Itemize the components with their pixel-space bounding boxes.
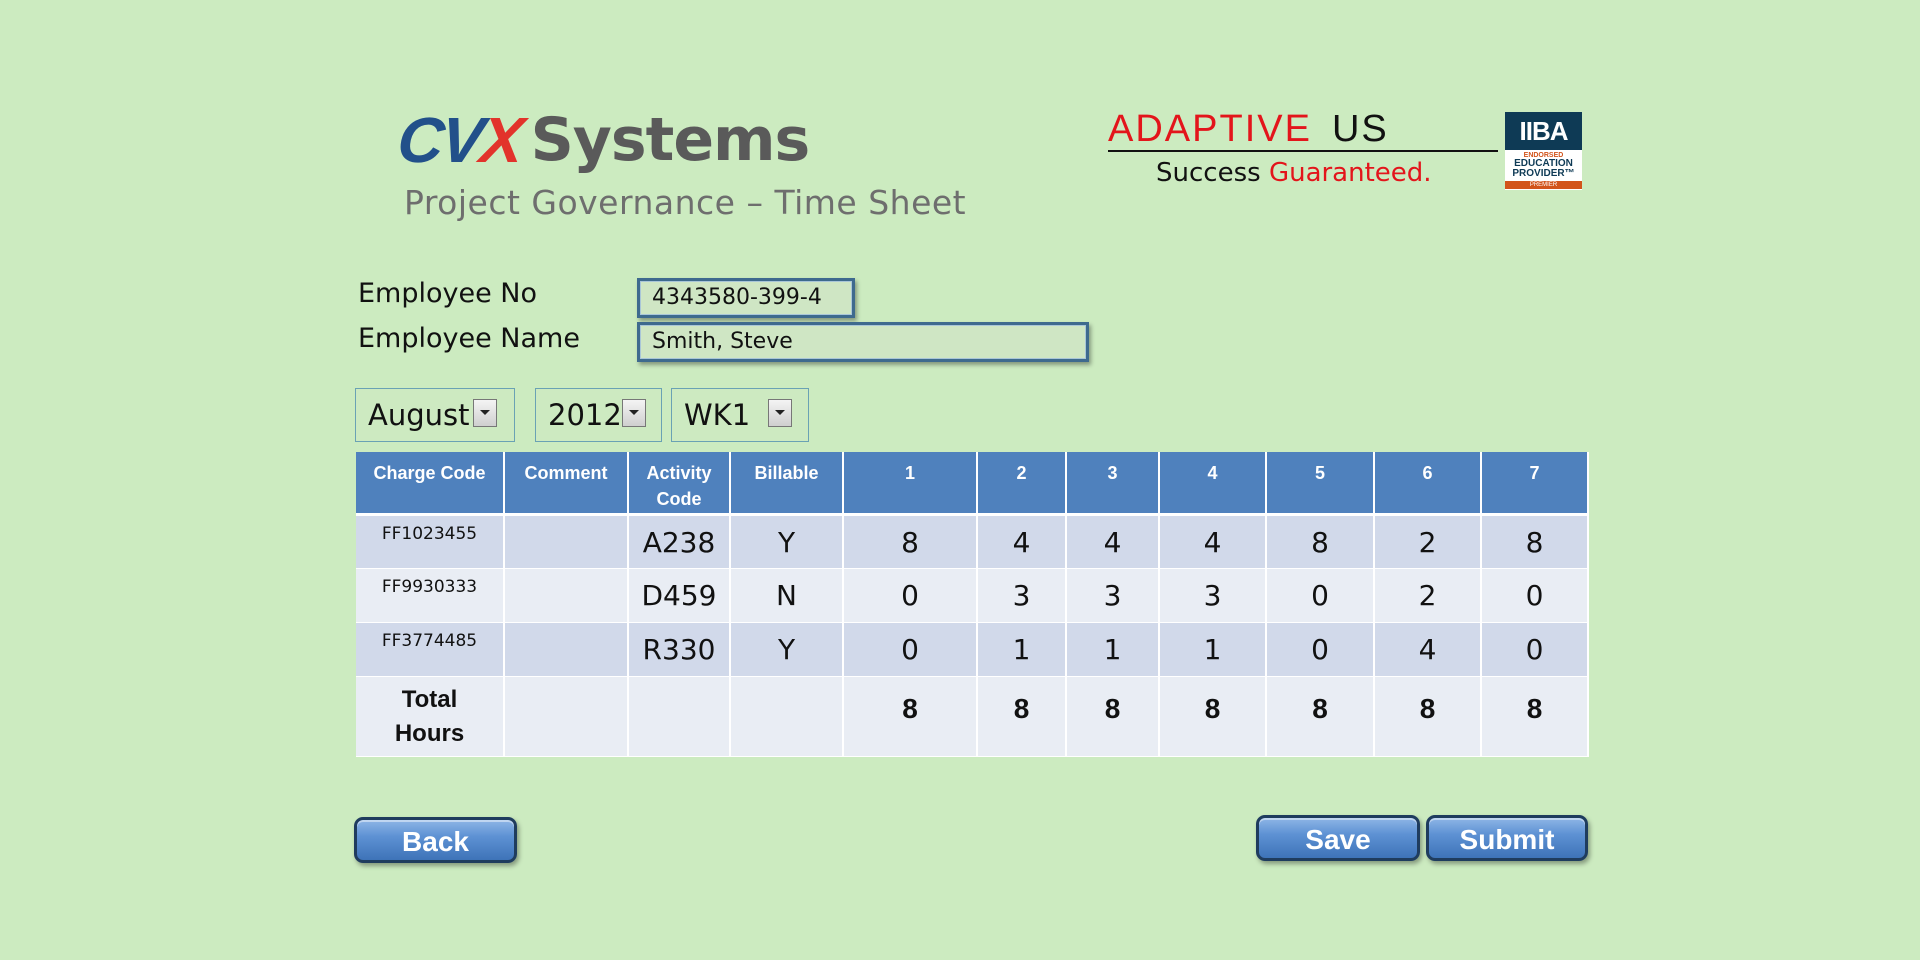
hours-cell[interactable]: 8	[843, 514, 978, 569]
employee-no-label: Employee No	[358, 278, 538, 309]
hours-cell[interactable]: 2	[1374, 514, 1482, 569]
hours-cell[interactable]: 2	[1374, 568, 1482, 623]
total-cell: 8	[1374, 676, 1482, 757]
employee-name-label: Employee Name	[358, 323, 580, 354]
employee-name-field[interactable]: Smith, Steve	[637, 322, 1089, 362]
comment-cell[interactable]	[504, 622, 629, 677]
adaptive-us-tagline: Success Guaranteed.	[1156, 158, 1432, 188]
adaptive-us-rule	[1108, 150, 1498, 152]
hours-cell[interactable]: 0	[1481, 622, 1589, 677]
page-title: Project Governance – Time Sheet	[404, 183, 967, 222]
hours-cell[interactable]: 4	[1159, 514, 1267, 569]
hours-cell[interactable]: 1	[1066, 622, 1160, 677]
col-header-day-4: 4	[1159, 452, 1267, 516]
year-select[interactable]: 2012	[535, 388, 662, 442]
hours-cell[interactable]: 4	[977, 514, 1067, 569]
week-select-value: WK1	[684, 398, 751, 432]
table-row: FF9930333 D459 N 0 3 3 3 0 2 0	[356, 568, 1589, 623]
adaptive-us-wordmark: ADAPTIVE US	[1108, 108, 1389, 150]
month-select-value: August	[368, 398, 470, 432]
cvx-logo-systems: Systems	[530, 105, 811, 175]
hours-cell[interactable]: 0	[1266, 622, 1375, 677]
hours-cell[interactable]: 8	[1481, 514, 1589, 569]
total-cell: 8	[977, 676, 1067, 757]
employee-no-field[interactable]: 4343580-399-4	[637, 278, 855, 318]
cvx-logo: CVX Systems	[394, 104, 811, 176]
empty-cell	[730, 676, 844, 757]
col-header-charge-code: Charge Code	[356, 452, 505, 516]
col-header-day-7: 7	[1481, 452, 1589, 516]
cvx-logo-mark: CVX	[394, 104, 525, 176]
total-cell: 8	[1066, 676, 1160, 757]
col-header-day-6: 6	[1374, 452, 1482, 516]
billable-cell[interactable]: Y	[730, 514, 844, 569]
col-header-day-3: 3	[1066, 452, 1160, 516]
hours-cell[interactable]: 0	[843, 622, 978, 677]
col-header-billable: Billable	[730, 452, 844, 516]
hours-cell[interactable]: 3	[1159, 568, 1267, 623]
hours-cell[interactable]: 0	[1266, 568, 1375, 623]
empty-cell	[504, 676, 629, 757]
billable-cell[interactable]: Y	[730, 622, 844, 677]
hours-cell[interactable]: 4	[1066, 514, 1160, 569]
hours-cell[interactable]: 0	[1481, 568, 1589, 623]
hours-cell[interactable]: 4	[1374, 622, 1482, 677]
charge-code-cell[interactable]: FF3774485	[356, 622, 505, 677]
activity-code-cell[interactable]: R330	[628, 622, 731, 677]
table-row: FF3774485 R330 Y 0 1 1 1 0 4 0	[356, 622, 1589, 677]
submit-button[interactable]: Submit	[1426, 815, 1588, 861]
timesheet-page: CVX Systems Project Governance – Time Sh…	[0, 0, 1920, 960]
hours-cell[interactable]: 1	[1159, 622, 1267, 677]
total-cell: 8	[1266, 676, 1375, 757]
activity-code-cell[interactable]: D459	[628, 568, 731, 623]
hours-cell[interactable]: 3	[1066, 568, 1160, 623]
comment-cell[interactable]	[504, 514, 629, 569]
charge-code-cell[interactable]: FF9930333	[356, 568, 505, 623]
total-hours-label: Total Hours	[356, 676, 505, 757]
adaptive-us-logo: ADAPTIVE US Success Guaranteed.	[1108, 108, 1498, 188]
table-header-row: Charge Code Comment Activity Code Billab…	[356, 452, 1589, 516]
activity-code-cell[interactable]: A238	[628, 514, 731, 569]
chevron-down-icon[interactable]	[473, 399, 497, 427]
month-select[interactable]: August	[355, 388, 515, 442]
hours-cell[interactable]: 3	[977, 568, 1067, 623]
save-button[interactable]: Save	[1256, 815, 1420, 861]
chevron-down-icon[interactable]	[768, 399, 792, 427]
col-header-activity-code: Activity Code	[628, 452, 731, 516]
charge-code-cell[interactable]: FF1023455	[356, 514, 505, 569]
timesheet-table: Charge Code Comment Activity Code Billab…	[356, 452, 1589, 757]
total-cell: 8	[843, 676, 978, 757]
back-button[interactable]: Back	[354, 817, 517, 863]
comment-cell[interactable]	[504, 568, 629, 623]
iiba-badge: IIBA ENDORSED EDUCATION PROVIDER™ PREMIE…	[1505, 112, 1582, 190]
total-hours-row: Total Hours 8 8 8 8 8 8 8	[356, 676, 1589, 757]
year-select-value: 2012	[548, 398, 622, 432]
col-header-day-1: 1	[843, 452, 978, 516]
empty-cell	[628, 676, 731, 757]
col-header-day-5: 5	[1266, 452, 1375, 516]
hours-cell[interactable]: 0	[843, 568, 978, 623]
week-select[interactable]: WK1	[671, 388, 809, 442]
chevron-down-icon[interactable]	[622, 399, 646, 427]
total-cell: 8	[1481, 676, 1589, 757]
col-header-comment: Comment	[504, 452, 629, 516]
hours-cell[interactable]: 8	[1266, 514, 1375, 569]
billable-cell[interactable]: N	[730, 568, 844, 623]
hours-cell[interactable]: 1	[977, 622, 1067, 677]
col-header-day-2: 2	[977, 452, 1067, 516]
table-row: FF1023455 A238 Y 8 4 4 4 8 2 8	[356, 514, 1589, 569]
total-cell: 8	[1159, 676, 1267, 757]
